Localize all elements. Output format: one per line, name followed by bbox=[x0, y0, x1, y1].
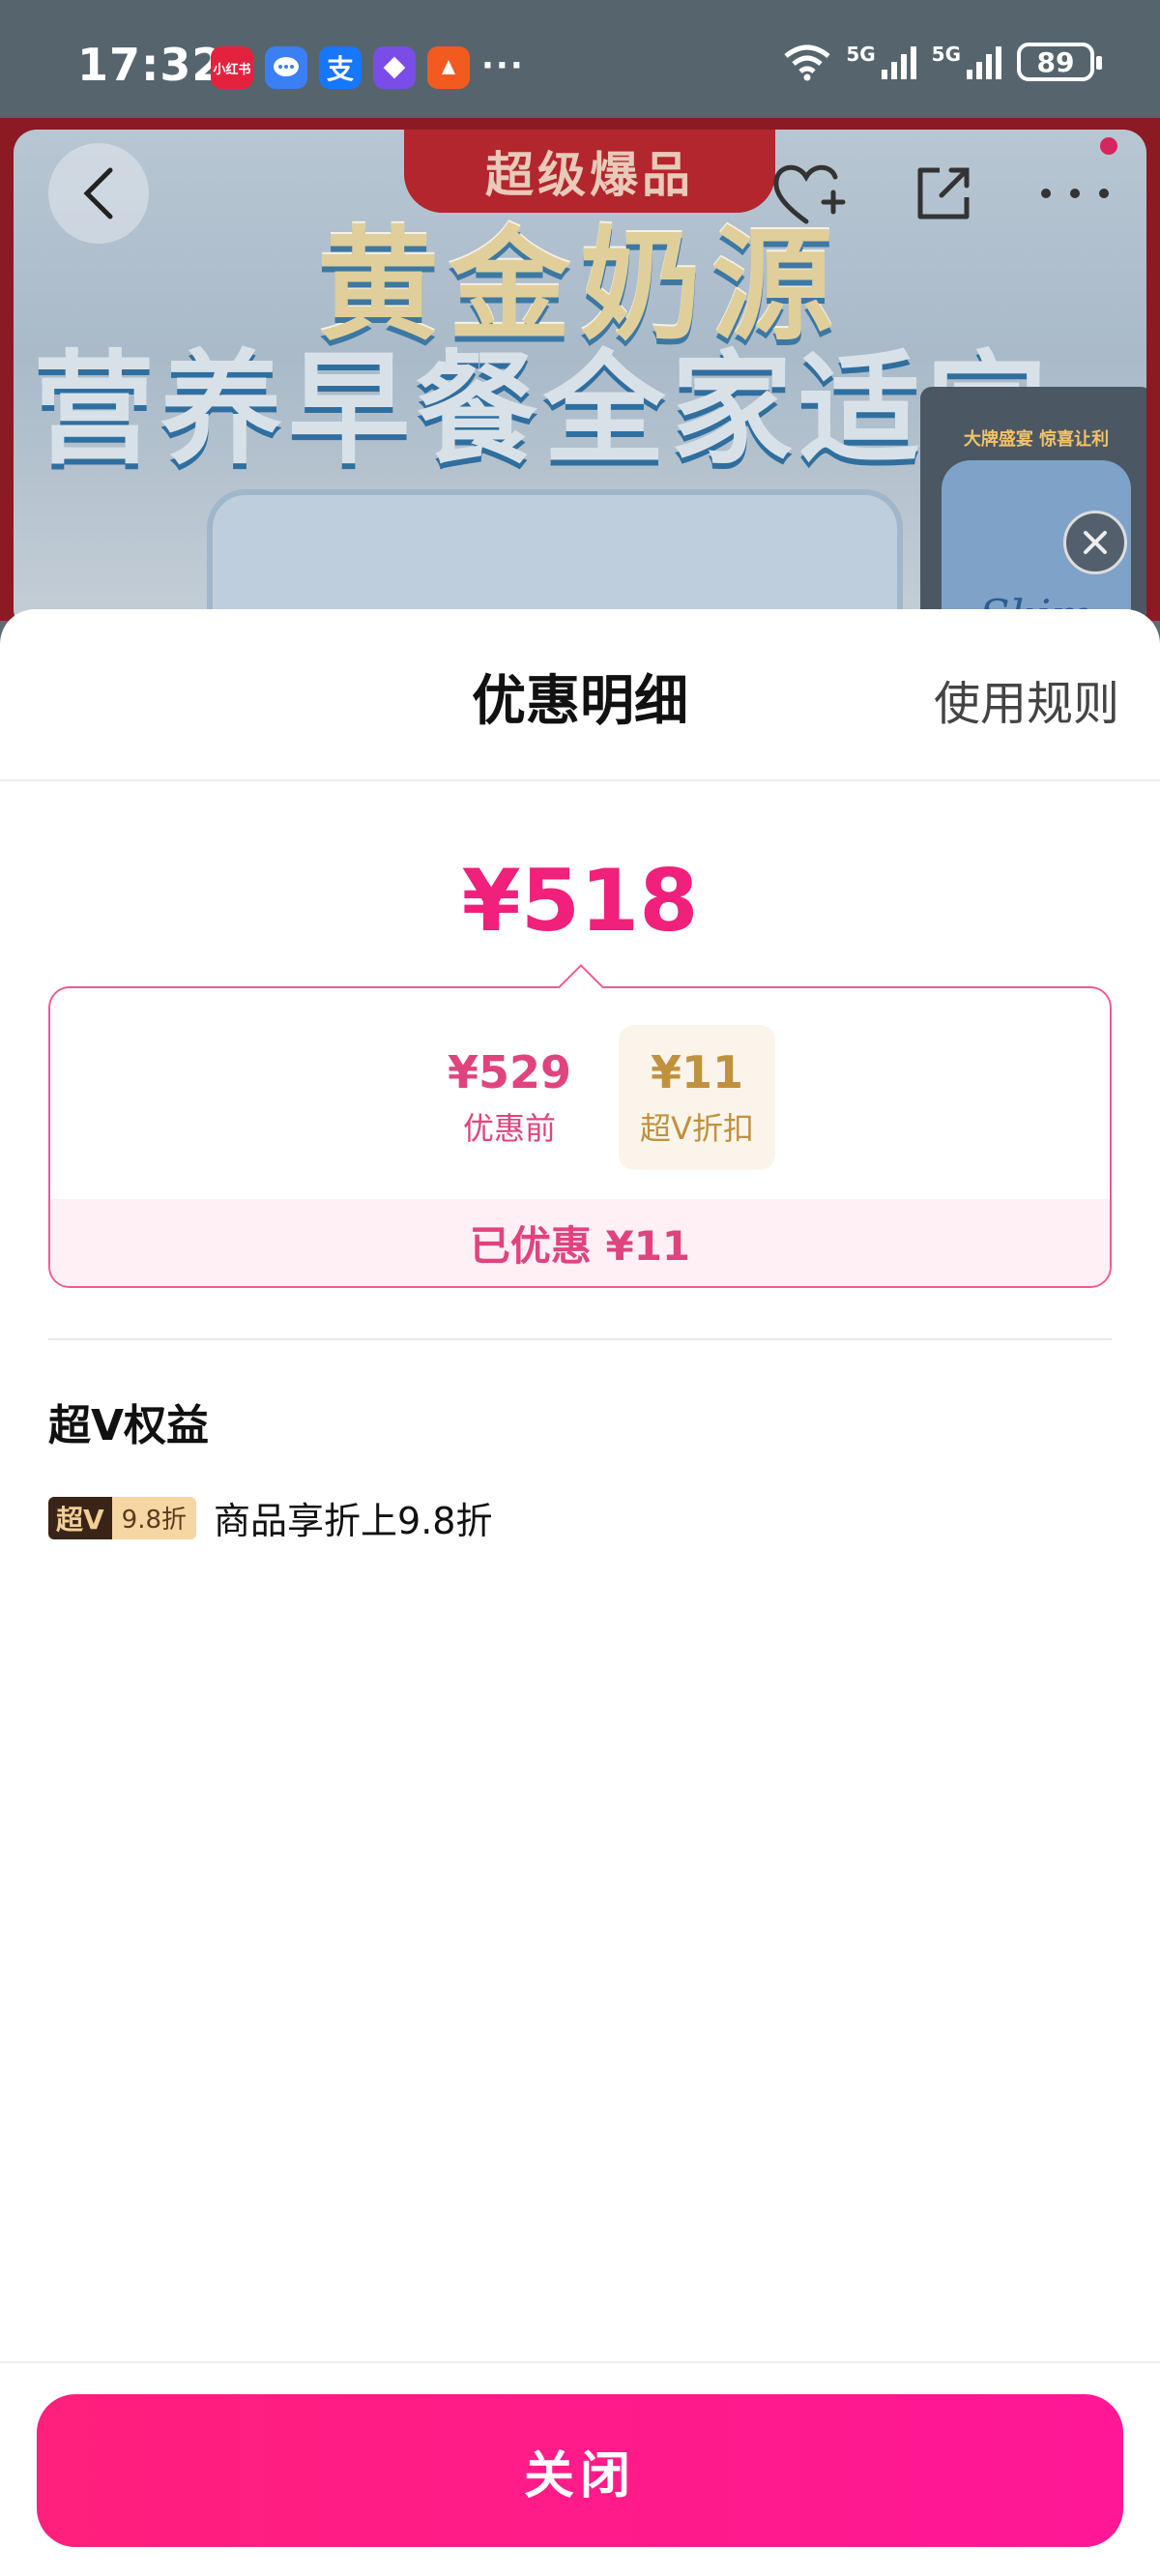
status-bar: 17:32 小红书 支 ··· 5G 5G 89 bbox=[0, 0, 1160, 118]
more-menu-button[interactable] bbox=[1025, 143, 1125, 244]
status-time: 17:32 bbox=[77, 39, 224, 91]
perks-section-title: 超V权益 bbox=[48, 1401, 210, 1450]
price-calculation-box: ¥529 优惠前 - ¥11 超V折扣 已优惠 ¥11 bbox=[48, 986, 1112, 1288]
favorite-button[interactable] bbox=[758, 143, 858, 244]
original-price-label: 优惠前 bbox=[462, 1110, 556, 1147]
product-image: 黄金奶源 营养早餐全家适宜 超级爆品 大牌盛宴 惊喜让利 Skim bbox=[14, 130, 1146, 621]
network-type-2: 5G bbox=[931, 43, 961, 66]
final-price: ¥518 bbox=[461, 851, 699, 951]
svip-badge: 超V 9.8折 bbox=[48, 1496, 197, 1539]
network-type-1: 5G bbox=[846, 43, 876, 66]
product-banner: 黄金奶源 营养早餐全家适宜 超级爆品 大牌盛宴 惊喜让利 Skim bbox=[0, 118, 1160, 621]
total-saved-strip: 已优惠 ¥11 bbox=[50, 1199, 1110, 1286]
share-button[interactable] bbox=[893, 143, 994, 244]
notification-app-icons: 小红书 支 bbox=[211, 46, 470, 89]
chevron-left-icon bbox=[83, 167, 113, 220]
discount-detail-sheet: 优惠明细 使用规则 ¥518 ¥529 优惠前 - ¥11 超V折扣 已优惠 ¥… bbox=[0, 609, 1160, 2576]
message-icon bbox=[265, 46, 307, 89]
section-divider bbox=[48, 1338, 1112, 1340]
mini-player-close-button[interactable] bbox=[1063, 511, 1127, 574]
close-icon bbox=[1084, 531, 1107, 554]
close-button[interactable]: 关闭 bbox=[37, 2394, 1123, 2547]
signal-icon-2 bbox=[967, 46, 1001, 79]
original-price: ¥529 bbox=[447, 1046, 572, 1098]
heart-plus-icon bbox=[773, 164, 846, 224]
discount-label: 超V折扣 bbox=[640, 1110, 754, 1147]
share-icon bbox=[917, 167, 970, 220]
mini-video-player[interactable]: 大牌盛宴 惊喜让利 Skim bbox=[920, 387, 1146, 621]
back-button[interactable] bbox=[48, 143, 149, 244]
usage-rules-link[interactable]: 使用规则 bbox=[934, 665, 1119, 733]
discount-value: ¥11 bbox=[650, 1046, 744, 1098]
perk-description: 商品享折上9.8折 bbox=[214, 1500, 493, 1542]
battery-icon: 89 bbox=[1017, 43, 1102, 81]
mini-player-caption: 大牌盛宴 惊喜让利 bbox=[963, 429, 1110, 450]
svip-discount-block: ¥11 超V折扣 bbox=[619, 1025, 775, 1170]
app-orange-icon bbox=[427, 46, 470, 89]
more-notifications-icon: ··· bbox=[481, 46, 525, 85]
alipay-icon: 支 bbox=[319, 46, 362, 89]
wifi-icon bbox=[784, 44, 830, 81]
more-dots-icon bbox=[1041, 189, 1109, 198]
banner-ribbon: 超级爆品 bbox=[404, 130, 775, 213]
sheet-header: 优惠明细 使用规则 bbox=[0, 609, 1160, 781]
app-diamond-icon bbox=[373, 46, 416, 89]
perk-row: 超V 9.8折 商品享折上9.8折 bbox=[48, 1491, 492, 1544]
original-price-block: ¥529 优惠前 bbox=[389, 1046, 630, 1149]
xiaohongshu-icon: 小红书 bbox=[211, 46, 253, 89]
svip-badge-rate: 9.8折 bbox=[111, 1496, 197, 1539]
product-jar-image bbox=[207, 489, 903, 621]
notification-dot bbox=[1100, 137, 1117, 155]
status-indicators: 5G 5G 89 bbox=[782, 43, 1102, 81]
footer-divider bbox=[0, 2361, 1160, 2363]
signal-icon-1 bbox=[881, 46, 916, 79]
svip-badge-label: 超V bbox=[48, 1496, 112, 1539]
